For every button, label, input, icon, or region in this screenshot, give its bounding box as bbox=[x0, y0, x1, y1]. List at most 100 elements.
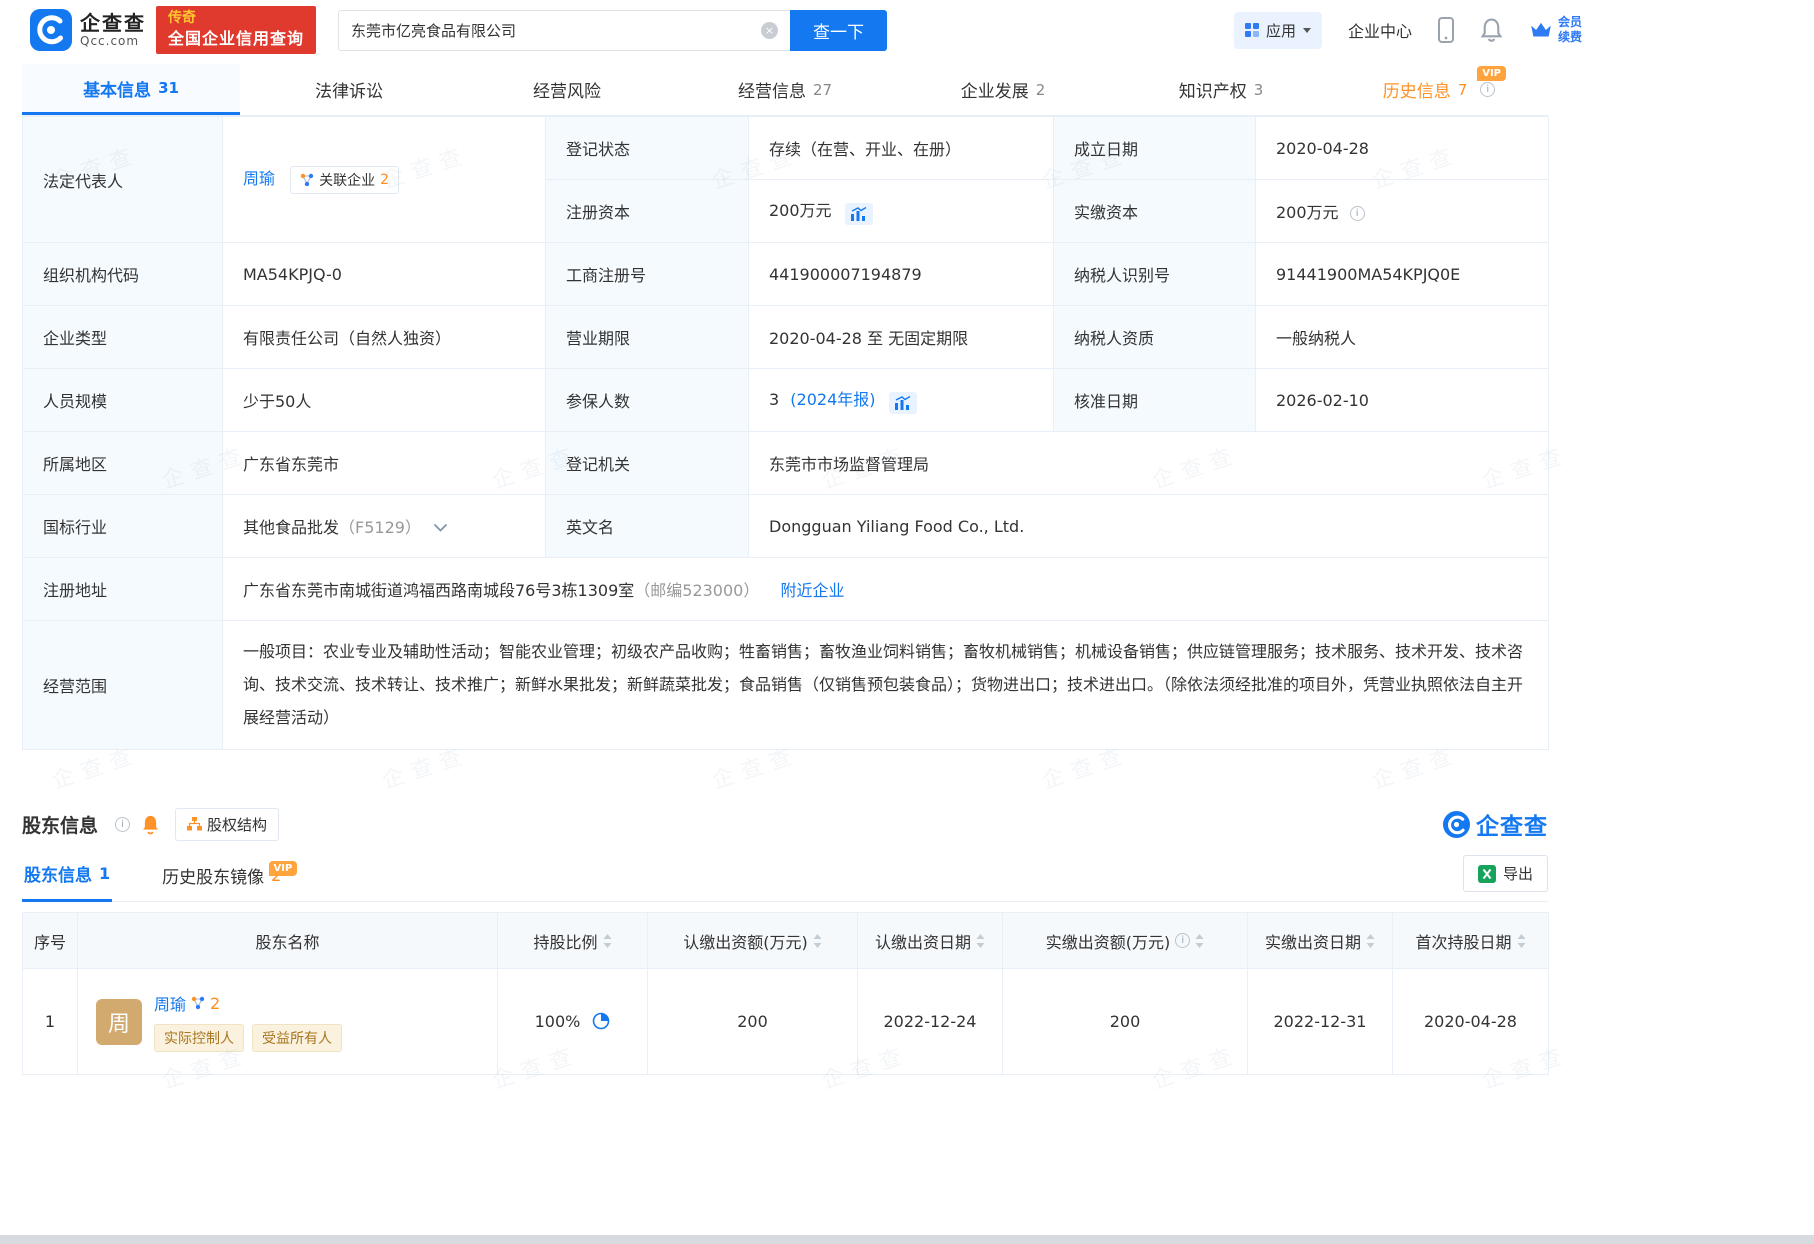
trend-chart-icon bbox=[895, 396, 911, 410]
logo-subtitle: Qcc.com bbox=[80, 35, 146, 49]
sort-icon[interactable] bbox=[603, 934, 612, 948]
sort-icon[interactable] bbox=[813, 934, 822, 948]
trend-chart-icon bbox=[851, 207, 867, 221]
paid-capital-text: 200万元 bbox=[1276, 203, 1339, 222]
col-label: 序号 bbox=[34, 933, 66, 952]
paid-capital-label: 实缴资本 bbox=[1054, 180, 1256, 243]
apps-menu[interactable]: 应用 bbox=[1234, 12, 1322, 49]
col-label: 首次持股日期 bbox=[1415, 929, 1511, 953]
related-companies-button[interactable]: 关联企业 2 bbox=[290, 166, 399, 194]
scope-value: 一般项目：农业专业及辅助性活动；智能农业管理；初级农产品收购；牲畜销售；畜牧渔业… bbox=[223, 621, 1549, 750]
col-paid-date[interactable]: 实缴出资日期 bbox=[1248, 913, 1393, 969]
shareholders-title: 股东信息 bbox=[22, 811, 98, 838]
sort-icon[interactable] bbox=[1195, 934, 1204, 948]
notifications-bell-icon[interactable] bbox=[1480, 17, 1503, 43]
table-row: 所属地区 广东省东莞市 登记机关 东莞市市场监督管理局 bbox=[23, 432, 1549, 495]
approval-date-label: 核准日期 bbox=[1054, 369, 1256, 432]
bottom-divider bbox=[0, 1235, 1814, 1244]
ratio-value: 100% bbox=[535, 1012, 581, 1031]
company-type-value: 有限责任公司（自然人独资） bbox=[223, 306, 546, 369]
reg-capital-label: 注册资本 bbox=[546, 180, 749, 243]
annual-report-link[interactable]: (2024年报) bbox=[790, 390, 875, 409]
tab-enterprise-development[interactable]: 企业发展 2 bbox=[894, 64, 1112, 115]
tag-beneficial-owner: 受益所有人 bbox=[252, 1024, 342, 1052]
established-label: 成立日期 bbox=[1054, 117, 1256, 180]
col-subscribed-amount[interactable]: 认缴出资额(万元) bbox=[648, 913, 858, 969]
tab-count: 27 bbox=[813, 81, 832, 99]
shareholders-section-header: 股东信息 股权结构 企查查 bbox=[22, 806, 1548, 842]
col-name: 股东名称 bbox=[78, 913, 498, 969]
tax-no-value: 91441900MA54KPJQ0E bbox=[1256, 243, 1549, 306]
excel-icon bbox=[1478, 865, 1496, 883]
org-code-value: MA54KPJQ-0 bbox=[223, 243, 546, 306]
first-date-cell: 2020-04-28 bbox=[1393, 969, 1549, 1075]
address-value: 广东省东莞市南城街道鸿福西路南城段76号3栋1309室（邮编523000） 附近… bbox=[223, 558, 1549, 621]
tab-legal-litigation[interactable]: 法律诉讼 bbox=[240, 64, 458, 115]
col-paid-amount[interactable]: 实缴出资额(万元) bbox=[1003, 913, 1248, 969]
sort-icon[interactable] bbox=[1517, 934, 1526, 948]
col-subscribed-date[interactable]: 认缴出资日期 bbox=[858, 913, 1003, 969]
industry-label: 国标行业 bbox=[23, 495, 223, 558]
search-button[interactable]: 查一下 bbox=[790, 10, 887, 51]
pie-chart-icon[interactable] bbox=[592, 1012, 610, 1030]
promo-badge[interactable]: 传奇 全国企业信用查询 bbox=[156, 6, 316, 54]
reg-status-label: 登记状态 bbox=[546, 117, 749, 180]
search-input[interactable] bbox=[351, 21, 761, 39]
legal-rep-link[interactable]: 周瑜 bbox=[243, 169, 275, 188]
enterprise-center-link[interactable]: 企业中心 bbox=[1348, 18, 1412, 42]
info-icon[interactable] bbox=[115, 817, 130, 832]
col-label: 股东名称 bbox=[255, 933, 319, 952]
insured-label: 参保人数 bbox=[546, 369, 749, 432]
legal-rep-label: 法定代表人 bbox=[23, 117, 223, 243]
capital-chart-button[interactable] bbox=[845, 203, 873, 225]
mobile-app-icon[interactable] bbox=[1438, 17, 1454, 43]
tab-count: 2 bbox=[1036, 81, 1046, 99]
shareholder-link[interactable]: 周瑜 bbox=[154, 991, 186, 1015]
col-label: 认缴出资日期 bbox=[875, 929, 971, 953]
sort-icon[interactable] bbox=[976, 934, 985, 948]
col-ratio[interactable]: 持股比例 bbox=[498, 913, 648, 969]
vip-badge: VIP bbox=[269, 861, 298, 876]
info-icon[interactable] bbox=[1350, 206, 1365, 221]
chevron-down-icon[interactable] bbox=[434, 524, 447, 532]
tab-history-info[interactable]: VIP 历史信息 7 bbox=[1330, 64, 1548, 115]
clear-search-icon[interactable]: × bbox=[761, 22, 778, 39]
search-box: × bbox=[338, 10, 790, 51]
related-count[interactable]: 2 bbox=[210, 994, 220, 1013]
subscribe-bell-icon[interactable] bbox=[141, 814, 160, 835]
established-value: 2020-04-28 bbox=[1256, 117, 1549, 180]
insured-chart-button[interactable] bbox=[889, 392, 917, 414]
info-icon[interactable] bbox=[1480, 82, 1495, 97]
tab-shareholders-history[interactable]: VIP 历史股东镜像 2 bbox=[160, 863, 283, 901]
sort-icon[interactable] bbox=[1366, 934, 1375, 948]
insured-count: 3 bbox=[769, 390, 779, 409]
paid-capital-value: 200万元 bbox=[1256, 180, 1549, 243]
brand-name: 企查查 bbox=[1476, 807, 1548, 841]
shareholders-tabs: 股东信息 1 VIP 历史股东镜像 2 导出 bbox=[22, 852, 1548, 902]
avatar[interactable]: 周 bbox=[96, 999, 142, 1045]
reg-capital-value: 200万元 bbox=[749, 180, 1054, 243]
equity-structure-button[interactable]: 股权结构 bbox=[175, 808, 279, 841]
tab-label: 知识产权 bbox=[1179, 77, 1247, 102]
table-header-row: 序号 股东名称 持股比例 认缴出资额(万元) 认缴出资日期 实缴出资额(万元) bbox=[23, 913, 1549, 969]
table-row: 企业类型 有限责任公司（自然人独资） 营业期限 2020-04-28 至 无固定… bbox=[23, 306, 1549, 369]
qcc-logo[interactable]: 企查查 Qcc.com bbox=[30, 9, 146, 51]
tab-operation-risk[interactable]: 经营风险 bbox=[458, 64, 676, 115]
export-button[interactable]: 导出 bbox=[1463, 855, 1548, 892]
equity-structure-label: 股权结构 bbox=[207, 814, 267, 835]
col-label: 持股比例 bbox=[533, 929, 597, 953]
vip-renew-button[interactable]: 会员 续费 bbox=[1529, 15, 1582, 45]
search-bar: × 查一下 bbox=[338, 10, 887, 51]
tab-intellectual-property[interactable]: 知识产权 3 bbox=[1112, 64, 1330, 115]
tab-shareholders-current[interactable]: 股东信息 1 bbox=[22, 861, 112, 902]
info-icon[interactable] bbox=[1175, 933, 1190, 948]
qcc-logo-icon bbox=[30, 9, 72, 51]
legal-rep-value: 周瑜 关联企业 2 bbox=[223, 117, 546, 243]
col-first-date[interactable]: 首次持股日期 bbox=[1393, 913, 1549, 969]
tab-operation-info[interactable]: 经营信息 27 bbox=[676, 64, 894, 115]
tax-no-label: 纳税人识别号 bbox=[1054, 243, 1256, 306]
tab-basic-info[interactable]: 基本信息 31 bbox=[22, 64, 240, 115]
vip-crown-icon bbox=[1529, 20, 1553, 40]
biz-term-label: 营业期限 bbox=[546, 306, 749, 369]
nearby-companies-link[interactable]: 附近企业 bbox=[780, 581, 844, 600]
